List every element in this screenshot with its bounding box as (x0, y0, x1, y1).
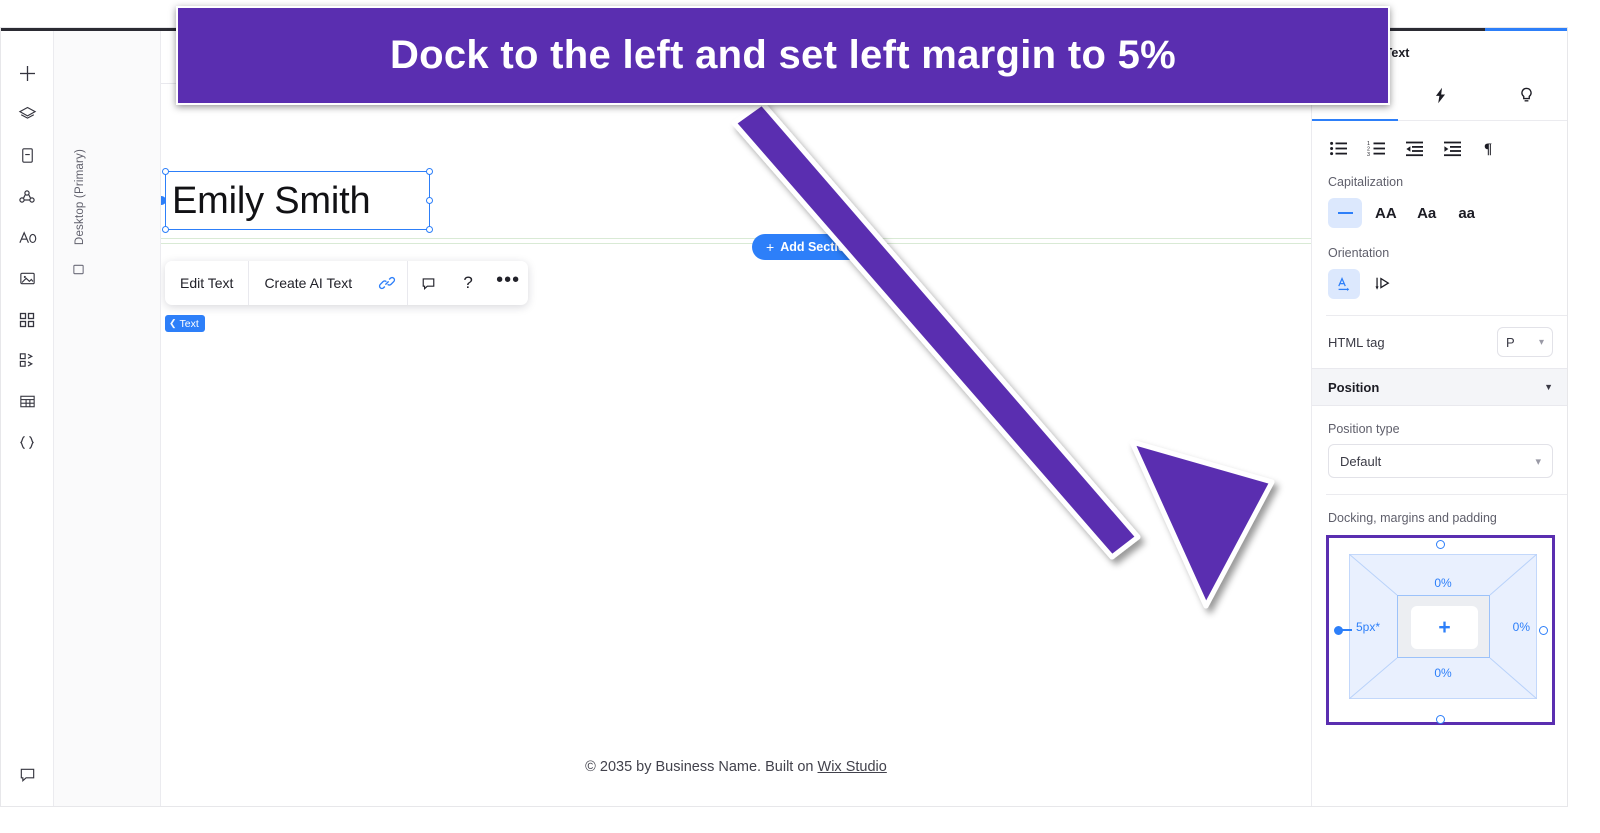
canvas: Emily Smith Edit Text Create AI Text ? •… (161, 31, 1311, 806)
element-tag-label: Text (179, 317, 199, 330)
link-icon[interactable] (367, 261, 407, 305)
svg-text:¶: ¶ (1484, 141, 1492, 157)
docking-anchor-top[interactable] (1436, 540, 1445, 549)
page-footer: © 2035 by Business Name. Built on Wix St… (161, 759, 1311, 775)
chevron-left-icon: ❮ (169, 318, 177, 328)
add-icon[interactable] (8, 53, 46, 94)
orientation-vertical[interactable] (1366, 269, 1398, 299)
chevron-down-icon: ▾ (1535, 455, 1541, 468)
tab-ai[interactable] (1483, 75, 1567, 120)
capitalization-options: AA Aa aa (1312, 198, 1567, 228)
code-icon[interactable] (8, 422, 46, 463)
capitalization-capitalize[interactable]: Aa (1410, 198, 1444, 228)
add-section-button[interactable]: + Add Section (752, 234, 868, 260)
section-divider (161, 243, 1311, 244)
create-ai-text-button[interactable]: Create AI Text (249, 261, 367, 305)
apps-icon[interactable] (8, 299, 46, 340)
monitor-icon (72, 263, 85, 281)
orientation-options (1312, 269, 1567, 299)
docking-value-right[interactable]: 0% (1513, 620, 1530, 634)
help-button[interactable]: ? (448, 261, 488, 305)
more-options-button[interactable]: ••• (488, 261, 528, 305)
annotation-banner-text: Dock to the left and set left margin to … (389, 33, 1177, 77)
pages-icon[interactable] (8, 135, 46, 176)
resize-handle-bottom-right[interactable] (426, 226, 433, 233)
element-tag-chip[interactable]: ❮ Text (165, 315, 205, 332)
tab-interactions[interactable] (1398, 75, 1484, 120)
resize-handle-middle-right[interactable] (426, 196, 433, 204)
screenshot-root: Desktop (Primary) Emily Smith Edit Text … (0, 0, 1600, 833)
resize-handle-top-right[interactable] (426, 168, 433, 175)
lightning-icon (1431, 86, 1450, 110)
docking-label: Docking, margins and padding (1328, 511, 1497, 525)
canvas-gutter: Desktop (Primary) (54, 31, 220, 806)
docking-widget: + 0% 0% 0% 5px* (1349, 554, 1537, 699)
docking-value-left[interactable]: 5px* (1356, 620, 1380, 634)
resize-handle-top-left[interactable] (162, 168, 169, 175)
device-label: Desktop (Primary) (74, 149, 86, 246)
inspector-panel: Header › Text (1311, 31, 1567, 806)
left-rail (1, 31, 54, 806)
chevron-down-icon: ▼ (1544, 382, 1553, 392)
position-section-title: Position (1328, 379, 1380, 395)
sections-icon[interactable] (8, 340, 46, 381)
editor-window: Desktop (Primary) Emily Smith Edit Text … (0, 27, 1568, 807)
comment-icon[interactable] (408, 261, 448, 305)
comments-icon[interactable] (8, 752, 46, 796)
annotation-banner: Dock to the left and set left margin to … (176, 6, 1390, 105)
docking-value-top[interactable]: 0% (1434, 576, 1451, 590)
paragraph-direction-icon[interactable]: ¶ (1478, 135, 1504, 161)
docking-anchor-left-leg (1342, 629, 1352, 631)
position-type-select[interactable]: Default ▾ (1328, 444, 1553, 478)
layers-icon[interactable] (8, 94, 46, 135)
chevron-down-icon: ▾ (1538, 336, 1544, 348)
html-tag-select[interactable]: P ▾ (1497, 327, 1553, 357)
docking-anchor-right[interactable] (1539, 625, 1548, 635)
docking-widget-highlight: + 0% 0% 0% 5px* (1326, 535, 1555, 725)
selected-text-content: Emily Smith (172, 180, 371, 222)
position-section-header[interactable]: Position ▼ (1312, 368, 1567, 406)
lightbulb-icon (1517, 86, 1536, 110)
selected-text-element[interactable]: Emily Smith (161, 168, 433, 233)
bulleted-list-icon[interactable] (1326, 135, 1352, 161)
orientation-horizontal[interactable] (1328, 269, 1360, 299)
numbered-list-icon[interactable]: 1 2 3 (1364, 135, 1390, 161)
edit-text-button[interactable]: Edit Text (165, 261, 248, 305)
orientation-label: Orientation (1328, 246, 1390, 260)
dash-icon (1337, 212, 1353, 214)
resize-handle-bottom-left[interactable] (162, 226, 169, 233)
plus-icon: + (766, 239, 775, 255)
position-type-label: Position type (1328, 422, 1400, 436)
docking-inner-box: + (1397, 595, 1490, 658)
theme-icon[interactable] (8, 217, 46, 258)
svg-text:3: 3 (1367, 151, 1370, 156)
docking-anchor-bottom[interactable] (1436, 715, 1445, 724)
decrease-indent-icon[interactable] (1402, 135, 1428, 161)
wix-studio-link[interactable]: Wix Studio (818, 759, 887, 775)
capitalization-none[interactable] (1328, 198, 1362, 228)
cms-icon[interactable] (8, 176, 46, 217)
html-tag-label: HTML tag (1328, 334, 1385, 350)
html-tag-value: P (1506, 334, 1515, 350)
capitalization-label: Capitalization (1328, 175, 1404, 189)
docking-center-button[interactable]: + (1411, 606, 1478, 649)
text-format-toolbar: 1 2 3 ¶ (1312, 121, 1567, 175)
position-type-value: Default (1340, 453, 1382, 469)
left-dock-anchor-dot[interactable] (161, 196, 166, 205)
table-icon[interactable] (8, 381, 46, 422)
element-toolbar: Edit Text Create AI Text ? ••• (165, 261, 529, 305)
html-tag-row: HTML tag P ▾ (1312, 316, 1567, 368)
capitalization-lowercase[interactable]: aa (1450, 198, 1484, 228)
add-section-label: Add Section (780, 240, 854, 254)
docking-value-bottom[interactable]: 0% (1434, 666, 1451, 680)
capitalization-uppercase[interactable]: AA (1368, 198, 1404, 228)
divider-2 (1326, 494, 1567, 495)
increase-indent-icon[interactable] (1440, 135, 1466, 161)
footer-text: © 2035 by Business Name. Built on (585, 759, 818, 775)
media-icon[interactable] (8, 258, 46, 299)
